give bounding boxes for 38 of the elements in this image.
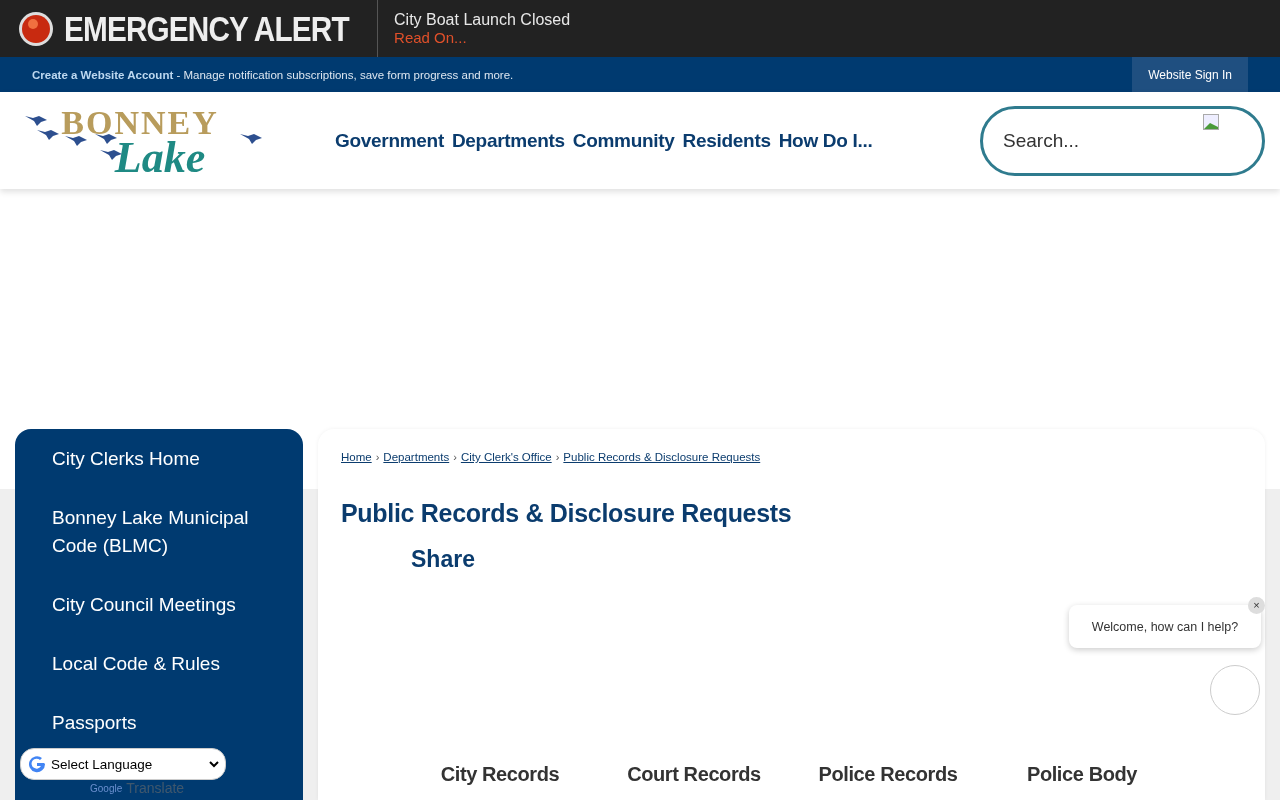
create-account-link[interactable]: Create a Website Account: [32, 68, 174, 81]
breadcrumb-separator: ›: [375, 451, 380, 463]
breadcrumb-separator: ›: [555, 451, 560, 463]
search-field[interactable]: Search...: [980, 105, 1265, 176]
translate-label: Translate: [126, 780, 185, 796]
breadcrumb-separator: ›: [453, 451, 457, 463]
breadcrumb-link[interactable]: Home: [341, 451, 372, 463]
breadcrumb-link[interactable]: City Clerk's Office: [460, 451, 552, 463]
nav-item[interactable]: Government: [335, 129, 444, 152]
account-message: Create a Website Account - Manage notification subscriptions, save form progress and more.: [32, 68, 514, 81]
nav-item[interactable]: Departments: [451, 129, 565, 152]
record-link[interactable]: Police Records: [791, 763, 985, 786]
nav-item[interactable]: Community: [572, 129, 675, 152]
google-brand: Google: [90, 782, 123, 794]
share-heading: Share: [411, 546, 476, 573]
sidebar-item[interactable]: Local Code & Rules: [52, 650, 220, 678]
google-g-icon: [27, 754, 47, 774]
sidebar-item[interactable]: City Clerks Home: [52, 445, 200, 473]
breadcrumb-link[interactable]: Departments: [383, 451, 450, 463]
language-dropdown[interactable]: Select Language: [20, 748, 226, 780]
nav-item[interactable]: How Do I...: [778, 129, 873, 152]
broken-image-icon[interactable]: [1203, 113, 1219, 130]
page-title: Public Records & Disclosure Requests: [341, 499, 793, 528]
read-on-link[interactable]: Read On...: [394, 29, 571, 46]
site-logo[interactable]: BONNEY Lake: [15, 105, 265, 176]
breadcrumb-link[interactable]: Public Records & Disclosure Requests: [563, 451, 761, 463]
record-link[interactable]: Court Records: [597, 763, 791, 786]
sidebar-item[interactable]: Passports: [52, 709, 137, 737]
alert-label: EMERGENCY ALERT: [64, 8, 349, 49]
chevron-down-icon: [209, 760, 219, 768]
record-link[interactable]: Police Body: [985, 763, 1179, 786]
alert-title: City Boat Launch Closed: [394, 11, 571, 29]
sidebar-item[interactable]: Bonney Lake Municipal Code (BLMC): [52, 504, 257, 560]
sidebar-item[interactable]: City Council Meetings: [52, 591, 236, 619]
alert-light-icon: [18, 10, 54, 47]
sign-in-button[interactable]: Website Sign In: [1132, 57, 1248, 92]
nav-item[interactable]: Residents: [682, 129, 771, 152]
record-link[interactable]: City Records: [403, 763, 597, 786]
